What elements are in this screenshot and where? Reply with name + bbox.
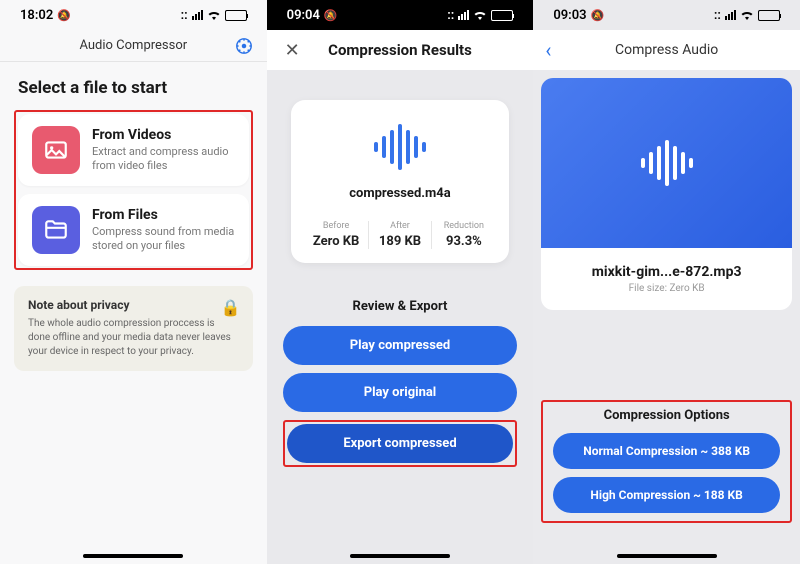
privacy-title: Note about privacy (28, 298, 239, 312)
play-original-button[interactable]: Play original (283, 373, 518, 412)
stat-label: Reduction (432, 221, 495, 231)
page-heading: Select a file to start (0, 62, 267, 110)
card-title: From Videos (92, 127, 235, 143)
waveform-icon (370, 122, 430, 172)
bell-icon: 🔕 (324, 9, 338, 22)
bell-icon: 🔕 (591, 9, 605, 22)
annotation-highlight: Compression Options Normal Compression ~… (541, 400, 792, 523)
image-icon (32, 126, 80, 174)
cellular-icon (458, 10, 469, 20)
status-bar: 09:03 🔕 :: (533, 0, 800, 30)
normal-compression-button[interactable]: Normal Compression ~ 388 KB (553, 433, 780, 469)
status-time: 09:03 (553, 8, 586, 23)
wifi-icon (473, 10, 487, 20)
privacy-note: Note about privacy The whole audio compr… (14, 286, 253, 371)
card-title: From Files (92, 207, 235, 223)
export-compressed-button[interactable]: Export compressed (287, 424, 514, 463)
filename: compressed.m4a (305, 186, 496, 201)
home-indicator[interactable] (617, 554, 717, 558)
from-videos-card[interactable]: From Videos Extract and compress audio f… (18, 114, 249, 186)
stat-label: Before (305, 221, 368, 231)
play-compressed-button[interactable]: Play compressed (283, 326, 518, 365)
battery-icon (491, 10, 513, 21)
result-card: compressed.m4a Before Zero KB After 189 … (291, 100, 510, 263)
modal-header: ✕ Compression Results (267, 30, 534, 70)
card-desc: Compress sound from media stored on your… (92, 225, 235, 254)
status-bar: 18:02 🔕 :: (0, 0, 267, 30)
battery-icon (758, 10, 780, 21)
file-info-card: mixkit-gim...e-872.mp3 File size: Zero K… (541, 248, 792, 310)
status-bar: 09:04 🔕 :: (267, 0, 534, 30)
folder-icon (32, 206, 80, 254)
stat-label: After (369, 221, 432, 231)
settings-icon[interactable] (235, 37, 253, 55)
back-icon[interactable]: ‹ (545, 38, 551, 62)
stat-value: Zero KB (305, 234, 368, 249)
screen-header: Audio Compressor (0, 30, 267, 62)
signal-icon: :: (447, 8, 454, 23)
annotation-highlight: From Videos Extract and compress audio f… (14, 110, 253, 270)
home-indicator[interactable] (83, 554, 183, 558)
file-size: File size: Zero KB (555, 283, 778, 294)
bell-icon: 🔕 (57, 9, 71, 22)
from-files-card[interactable]: From Files Compress sound from media sto… (18, 194, 249, 266)
wifi-icon (207, 10, 221, 20)
hero-background (541, 78, 792, 248)
signal-icon: :: (714, 8, 721, 23)
stat-value: 189 KB (369, 234, 432, 249)
stat-value: 93.3% (432, 234, 495, 249)
battery-icon (225, 10, 247, 21)
filename: mixkit-gim...e-872.mp3 (555, 264, 778, 280)
section-title: Review & Export (283, 299, 518, 314)
modal-title: Compression Results (328, 41, 472, 59)
app-title: Audio Compressor (79, 38, 187, 53)
annotation-highlight: Export compressed (283, 420, 518, 467)
signal-icon: :: (181, 8, 188, 23)
status-time: 09:04 (287, 8, 320, 23)
cellular-icon (192, 10, 203, 20)
options-title: Compression Options (553, 408, 780, 423)
home-indicator[interactable] (350, 554, 450, 558)
privacy-text: The whole audio compression proccess is … (28, 317, 239, 359)
close-icon[interactable]: ✕ (285, 40, 300, 61)
status-time: 18:02 (20, 8, 53, 23)
wifi-icon (740, 10, 754, 20)
waveform-icon (637, 138, 697, 188)
screen-header: ‹ Compress Audio (533, 30, 800, 70)
screen-title: Compress Audio (615, 42, 718, 58)
cellular-icon (725, 10, 736, 20)
high-compression-button[interactable]: High Compression ~ 188 KB (553, 477, 780, 513)
card-desc: Extract and compress audio from video fi… (92, 145, 235, 174)
lock-icon: 🔒 (221, 298, 241, 317)
